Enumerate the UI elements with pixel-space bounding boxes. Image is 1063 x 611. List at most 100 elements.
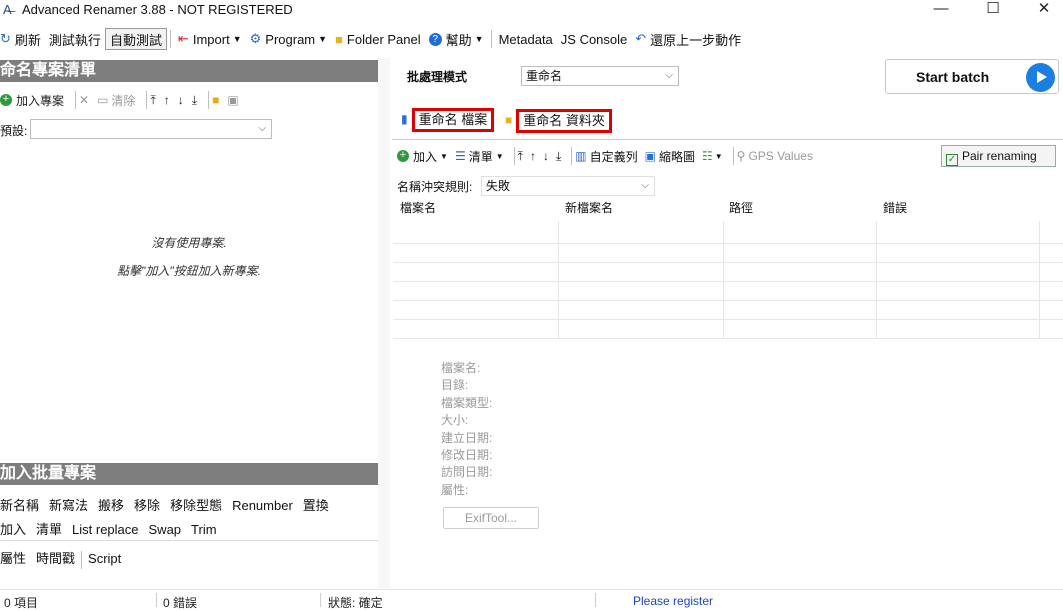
undo-label: 還原上一步動作 [650,32,742,48]
column-header-path[interactable]: 路徑 [729,199,753,216]
method-button[interactable]: 加入 [0,522,26,537]
grid-line [393,262,1063,263]
metadata-button[interactable]: Metadata [495,28,557,50]
pair-renaming-label: Pair renaming [962,149,1037,163]
add-files-menu[interactable]: + 加入 ▼ [397,148,448,165]
start-batch-button[interactable]: Start batch [885,59,1059,94]
toolbar-divider [490,30,492,48]
grid-line [723,221,724,339]
pair-renaming-toggle[interactable]: ✓ Pair renaming [941,145,1056,167]
view-list-icon: ☷ [701,149,713,163]
chevron-down-icon: ▼ [232,34,242,44]
method-button[interactable]: Swap [149,522,182,537]
column-header-error[interactable]: 錯誤 [883,199,907,216]
panel-splitter[interactable] [378,58,390,588]
view-mode-menu[interactable]: ☷ ▼ [702,149,723,163]
clear-list-menu[interactable]: ☰ 清單 ▼ [455,148,504,165]
save-icon: ▣ [227,93,239,107]
move-up-button[interactable]: ↑ [530,149,536,163]
test-run-button[interactable]: 測試執行 [45,28,105,50]
method-divider [81,550,83,569]
name-conflict-select[interactable]: 失敗 ⌵ [481,176,655,196]
detail-label: 檔案名: [441,361,481,375]
grid-line [393,300,1063,301]
import-menu[interactable]: ⇤ Import ▼ [174,28,246,50]
move-top-button[interactable]: ⤒ [518,149,523,164]
move-top-button[interactable]: ⤒ [150,93,155,108]
method-button[interactable]: 搬移 [98,498,124,513]
folder-icon: ■ [335,31,343,47]
move-down-button[interactable]: ↓ [178,93,184,107]
method-button[interactable]: 移除 [134,498,160,513]
remove-button[interactable]: ✕ [79,93,89,107]
move-down-button[interactable]: ↓ [543,149,549,163]
move-up-button[interactable]: ↑ [164,93,170,107]
folder-panel-button[interactable]: ■ Folder Panel [331,28,425,50]
refresh-button[interactable]: ↻ 刷新 [0,28,45,50]
clear-button[interactable]: ▭ 清除 [97,92,135,109]
method-button[interactable]: Trim [191,522,217,537]
method-button[interactable]: 新名稱 [0,498,39,513]
method-button[interactable]: 清單 [36,522,62,537]
columns-icon: ▥ [575,149,587,163]
tab-rename-folders[interactable]: ■ 重命名 資料夾 [505,109,612,135]
js-console-button[interactable]: JS Console [557,28,631,50]
toolbar-divider [571,147,573,165]
file-icon: ▮ [401,112,408,126]
preset-select[interactable]: ⌵ [30,119,272,139]
gps-values-button[interactable]: ⚲ GPS Values [737,149,813,163]
column-header-new-filename[interactable]: 新檔案名 [565,199,613,216]
method-button[interactable]: 置換 [303,498,329,513]
batch-mode-value: 重命名 [526,69,563,83]
method-button[interactable]: 屬性 [0,551,26,566]
divider [0,540,378,541]
custom-columns-button[interactable]: ▥ 自定義列 [575,148,637,165]
auto-test-toggle[interactable]: 自動測試 [104,28,167,50]
status-bar: 0 項目 0 錯誤 狀態: 確定 Please register [0,593,1063,610]
minimize-button[interactable]: — [918,0,964,20]
thumbnail-button[interactable]: ▣ 縮略圖 [645,148,695,165]
batch-mode-select[interactable]: 重命名 ⌵ [521,66,679,86]
arrow-up-icon: ↑ [163,93,170,107]
program-menu[interactable]: ⚙ Program ▼ [246,28,331,50]
method-button[interactable]: Script [88,551,121,566]
chevron-down-icon: ⌵ [641,180,649,191]
exiftool-button[interactable]: ExifTool... [443,507,539,529]
chevron-down-icon: ▼ [495,151,504,161]
method-button[interactable]: 時間戳 [36,551,75,566]
add-files-label: 加入 [413,149,438,164]
arrow-down-icon: ↓ [177,93,184,107]
save-preset-button[interactable]: ▣ [227,93,238,107]
grid-line [558,221,559,339]
column-header-filename[interactable]: 檔案名 [400,199,436,216]
register-link[interactable]: Please register [633,594,713,608]
help-icon: ? [428,32,442,46]
list-icon: ☰ [454,149,466,163]
add-project-button[interactable]: + 加入專案 [0,92,64,109]
move-bottom-button[interactable]: ⤓ [556,149,561,164]
clear-list-label: 清單 [468,149,493,164]
help-menu[interactable]: ? 幫助 ▼ [425,28,488,50]
undo-button[interactable]: ↶ 還原上一步動作 [631,28,745,50]
grid-line [393,281,1063,282]
move-bottom-button[interactable]: ⤓ [192,93,197,108]
empty-projects-message: 沒有使用專案. [151,236,227,250]
open-preset-button[interactable]: ■ [212,93,219,107]
file-list-grid[interactable]: 檔案名 新檔案名 路徑 錯誤 [393,199,1063,339]
close-button[interactable]: ✕ [1021,0,1063,20]
tab-rename-files-label: 重命名 檔案 [411,108,495,132]
window-title: Advanced Renamer 3.88 - NOT REGISTERED [22,2,293,17]
folder-icon: ■ [212,93,220,107]
maximize-button[interactable]: ☐ [970,0,1016,20]
tab-rename-files[interactable]: ▮ 重命名 檔案 [401,108,495,134]
detail-label: 建立日期: [441,430,493,445]
status-separator [156,593,157,607]
method-button[interactable]: 移除型態 [170,498,222,513]
status-divider [0,589,1063,590]
method-row-2: 加入 清單 List replace Swap Trim [0,519,227,538]
grid-line [393,338,1063,339]
method-button[interactable]: Renumber [232,498,293,513]
method-button[interactable]: 新寫法 [49,498,88,513]
method-button[interactable]: List replace [72,522,138,537]
project-list-toolbar: + 加入專案 ✕ ▭ 清除 ⤒ ↑ ↓ ⤓ ■ ▣ [0,89,378,111]
